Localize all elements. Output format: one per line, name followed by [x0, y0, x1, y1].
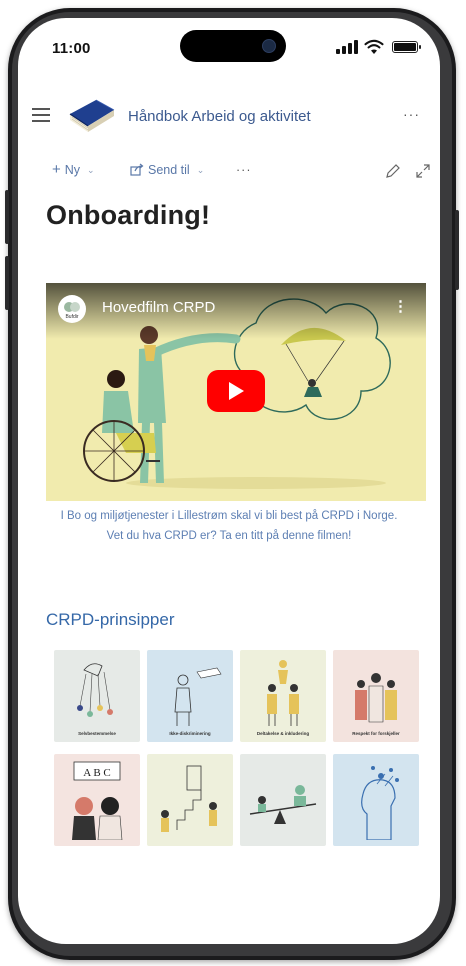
- chevron-down-icon: ⌄: [196, 164, 205, 175]
- page-title: Onboarding!: [46, 200, 211, 230]
- menu-icon[interactable]: [32, 108, 50, 122]
- status-bar: 11:00: [18, 18, 440, 70]
- kebab-menu-icon[interactable]: ⋮: [393, 297, 408, 315]
- abc-board-illustration: A B C: [72, 761, 123, 841]
- video-caption: I Bo og miljøtjenester i Lillestrøm skal…: [18, 506, 440, 546]
- command-bar: + Ny ⌄ Send til ⌄ ···: [18, 154, 440, 188]
- app-header: Håndbok Arbeid og aktivitet ···: [18, 88, 440, 144]
- stairs-illustration: [161, 765, 217, 832]
- tile-seesaw[interactable]: [240, 754, 326, 846]
- tile-deltakelse-inkludering[interactable]: Deltakelse & inkludering: [240, 650, 326, 742]
- tile-label: Ikke-diskriminering: [169, 731, 211, 736]
- tile-stairs[interactable]: [147, 754, 233, 846]
- plus-icon: +: [52, 161, 61, 178]
- tile-abc[interactable]: A B C: [54, 754, 140, 846]
- seesaw-illustration: [249, 785, 317, 824]
- svg-text:A B C: A B C: [83, 767, 111, 779]
- head-profile-illustration: [361, 766, 399, 841]
- puppet-hand-illustration: [77, 663, 113, 717]
- tile-label: Selvbestemmelse: [78, 731, 116, 736]
- person-pointing-illustration: [174, 667, 222, 726]
- principles-grid: Selvbestemmelse Ikke-diskriminering Delt…: [54, 650, 420, 846]
- tile-ikke-diskriminering[interactable]: Ikke-diskriminering: [147, 650, 233, 742]
- caption-line-2: Vet du hva CRPD er? Ta en titt på denne …: [106, 530, 352, 542]
- tile-label: Deltakelse & inkludering: [256, 731, 310, 736]
- more-options-button[interactable]: ···: [403, 106, 420, 122]
- bufdir-logo-icon: Bufdir: [64, 302, 80, 320]
- channel-avatar[interactable]: Bufdir: [58, 295, 86, 323]
- edit-pencil-icon[interactable]: [384, 162, 402, 180]
- chevron-down-icon: ⌄: [87, 164, 95, 175]
- tile-label: Respekt for forskjeller: [352, 731, 400, 736]
- video-embed[interactable]: Bufdir Hovedfilm CRPD ⋮: [46, 283, 426, 501]
- camera-icon: [262, 39, 276, 53]
- volume-up-button: [5, 190, 9, 244]
- video-title[interactable]: Hovedfilm CRPD: [102, 299, 215, 316]
- send-to-button[interactable]: Send til ⌄: [130, 163, 204, 177]
- human-pyramid-illustration: [267, 660, 299, 726]
- svg-text:Bufdir: Bufdir: [65, 314, 78, 320]
- screen: 11:00 Håndbok Arbeid og aktivitet ··· + …: [18, 18, 440, 944]
- tile-head[interactable]: [333, 754, 419, 846]
- share-icon: [130, 163, 144, 176]
- expand-icon[interactable]: [414, 162, 432, 180]
- play-button[interactable]: [207, 370, 265, 412]
- power-button: [455, 210, 459, 290]
- new-button-label: Ny: [64, 163, 81, 177]
- battery-icon: [392, 41, 421, 53]
- book-logo: [69, 99, 115, 132]
- cellular-signal-icon: [336, 40, 358, 54]
- section-title: CRPD-prinsipper: [46, 610, 175, 629]
- tile-respekt-forskjeller[interactable]: Respekt for forskjeller: [333, 650, 419, 742]
- send-to-label: Send til: [148, 163, 190, 177]
- tile-selvbestemmelse[interactable]: Selvbestemmelse: [54, 650, 140, 742]
- status-time: 11:00: [52, 40, 91, 57]
- play-icon: [229, 382, 244, 400]
- wifi-icon: [364, 39, 384, 54]
- dynamic-island: [180, 30, 286, 62]
- toolbar-more-button[interactable]: ···: [236, 163, 252, 177]
- group-of-people-illustration: [355, 673, 397, 723]
- volume-down-button: [5, 256, 9, 310]
- site-title[interactable]: Håndbok Arbeid og aktivitet: [128, 108, 311, 125]
- new-button[interactable]: + Ny ⌄: [52, 161, 95, 178]
- caption-line-1: I Bo og miljøtjenester i Lillestrøm skal…: [60, 510, 398, 522]
